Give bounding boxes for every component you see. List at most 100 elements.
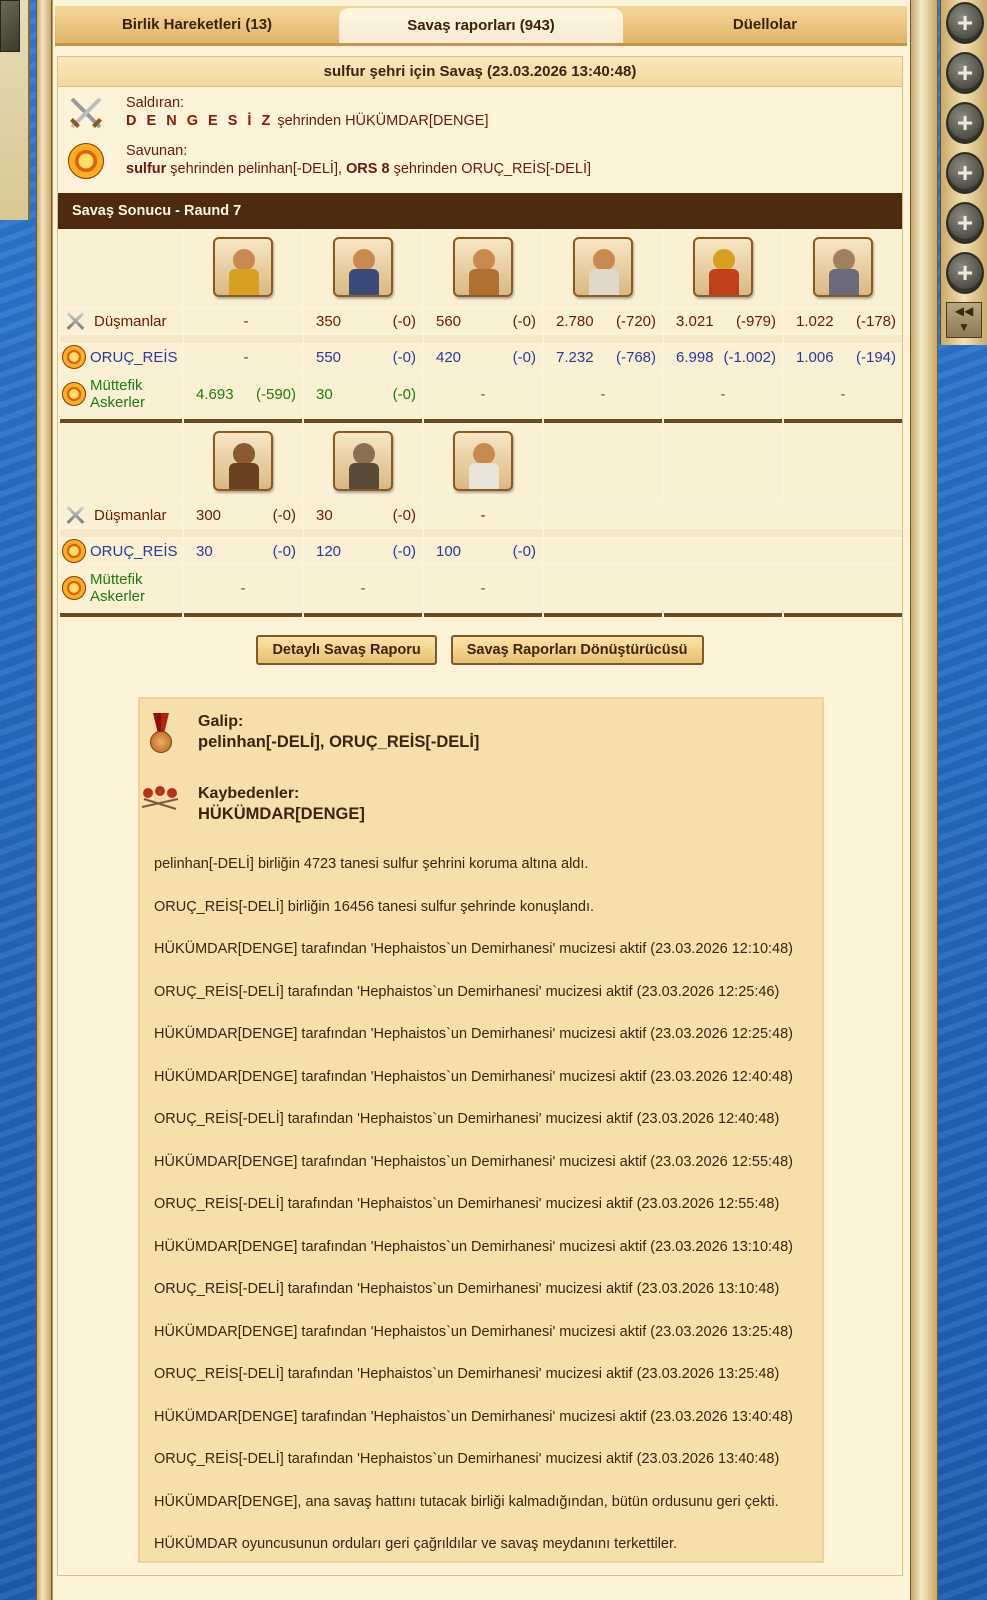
crossed-swords-icon: [62, 310, 90, 332]
report-title: sulfur şehri için Savaş (23.03.2026 13:4…: [58, 57, 902, 87]
own-row-1: ORUÇ_REİS - 550 (-0) 420 (-0) 7.232 (-768) …: [60, 345, 902, 369]
own-loss: (-0): [512, 542, 536, 560]
enemy-count: 3.021: [676, 312, 714, 330]
own-count: 120: [316, 542, 342, 560]
side-plus-button-2[interactable]: +: [946, 52, 984, 94]
crossed-swords-icon: [62, 504, 90, 526]
map-thumbnail[interactable]: [0, 0, 20, 52]
enemies-label: Düşmanlar: [94, 312, 167, 330]
unit-icons-row-1: [60, 231, 902, 307]
defender-player-2[interactable]: şehrinden ORUÇ_REİS[-DELİ]: [390, 161, 591, 177]
ally-count: -: [360, 579, 366, 597]
attacker-section: Saldıran: D E N G E S İ Z şehrinden HÜKÜ…: [58, 87, 902, 135]
own-count: 1.006: [796, 348, 834, 366]
event-line: HÜKÜMDAR[DENGE] tarafından 'Hephaistos`u…: [154, 941, 793, 957]
reports-window: Birlik Hareketleri (13) Savaş raporları …: [52, 0, 910, 1600]
own-loss: (-0): [512, 348, 536, 366]
defender-city-link-2[interactable]: ORS 8: [346, 161, 390, 177]
defender-city-link-1[interactable]: sulfur: [126, 161, 166, 177]
ally-count: -: [600, 385, 606, 403]
winner-label: Galip:: [198, 713, 244, 730]
report-converter-button[interactable]: Savaş Raporları Dönüştürücüsü: [450, 635, 704, 665]
battle-events: pelinhan[-DELİ] birliğin 4723 tanesi sul…: [140, 843, 822, 1566]
ally-count: -: [240, 579, 246, 597]
own-count: -: [243, 348, 249, 366]
ally-count: -: [480, 579, 486, 597]
ally-count: -: [480, 385, 486, 403]
ally-count: 4.693: [196, 385, 234, 403]
collapse-left-icon[interactable]: ◀◀: [947, 303, 981, 319]
event-line: ORUÇ_REİS[-DELİ] tarafından 'Hephaistos`…: [154, 983, 780, 1000]
event-line: HÜKÜMDAR[DENGE], ana savaş hattını tutac…: [154, 1493, 779, 1510]
tab-battle-reports[interactable]: Savaş raporları (943): [339, 8, 623, 43]
defender-player-1[interactable]: şehrinden pelinhan[-DELİ],: [166, 161, 346, 177]
side-scroll-control[interactable]: ◀◀ ▼: [946, 302, 982, 338]
side-plus-button-6[interactable]: +: [946, 252, 984, 294]
own-count: 30: [196, 542, 213, 560]
event-line: HÜKÜMDAR[DENGE] tarafından 'Hephaistos`u…: [154, 1068, 793, 1085]
side-toolbar: + + + + + +: [940, 0, 987, 345]
hoplite-unit-icon[interactable]: [333, 237, 393, 297]
scroll-down-icon[interactable]: ▼: [947, 319, 981, 335]
side-plus-button-3[interactable]: +: [946, 102, 984, 144]
enemy-loss: (-979): [735, 312, 776, 330]
ally-loss: (-590): [255, 385, 296, 403]
ally-count: -: [720, 385, 726, 403]
event-line: pelinhan[-DELİ] birliğin 4723 tanesi sul…: [154, 856, 589, 872]
enemies-row-2: Düşmanlar 300 (-0) 30 (-0) -: [60, 503, 902, 527]
shield-icon: [62, 345, 86, 369]
ally-count: 30: [316, 385, 333, 403]
ally-loss: (-0): [392, 385, 416, 403]
side-plus-button-4[interactable]: +: [946, 152, 984, 194]
event-line: ORUÇ_REİS[-DELİ] tarafından 'Hephaistos`…: [154, 1196, 780, 1212]
crossed-swords-icon: [70, 97, 102, 129]
detailed-report-button[interactable]: Detaylı Savaş Raporu: [256, 635, 437, 665]
own-count: 100: [436, 542, 462, 560]
enemy-count: 350: [316, 312, 342, 330]
defender-section: Savunan: sulfur şehrinden pelinhan[-DELİ…: [58, 135, 902, 183]
catapult-unit-icon[interactable]: [813, 237, 873, 297]
battle-outcome-box: Galip: pelinhan[-DELİ], ORUÇ_REİS[-DELİ]…: [138, 697, 824, 1563]
enemy-loss: (-720): [615, 312, 656, 330]
own-loss: (-1.002): [723, 348, 776, 366]
own-count: 6.998: [676, 348, 714, 366]
attacker-player[interactable]: şehrinden HÜKÜMDAR[DENGE]: [273, 113, 488, 129]
side-plus-button-5[interactable]: +: [946, 202, 984, 244]
swordsman-unit-icon[interactable]: [573, 237, 633, 297]
side-plus-button-1[interactable]: +: [946, 2, 984, 44]
enemies-label: Düşmanlar: [94, 506, 167, 524]
chariot-unit-icon[interactable]: [213, 431, 273, 491]
shield-icon: [68, 143, 104, 179]
siege-unit-icon[interactable]: [333, 431, 393, 491]
shield-icon: [62, 382, 86, 406]
medal-icon: [148, 713, 174, 755]
loser-label: Kaybedenler:: [198, 785, 300, 802]
spartan-hoplite-unit-icon[interactable]: [693, 237, 753, 297]
enemy-count: -: [480, 506, 486, 524]
event-line: ORUÇ_REİS[-DELİ] tarafından 'Hephaistos`…: [154, 1281, 780, 1297]
enemy-count: 560: [436, 312, 462, 330]
own-count: 550: [316, 348, 342, 366]
tab-unit-movements[interactable]: Birlik Hareketleri (13): [55, 6, 339, 43]
defender-line: sulfur şehrinden pelinhan[-DELİ], ORS 8 …: [126, 161, 591, 177]
enemy-loss: (-0): [512, 312, 536, 330]
sage-unit-icon[interactable]: [453, 431, 513, 491]
enemy-loss: (-0): [392, 312, 416, 330]
allies-label: Müttefik Askerler: [90, 571, 146, 605]
own-player-label[interactable]: ORUÇ_REİS: [90, 349, 178, 366]
own-count: 420: [436, 348, 462, 366]
enemy-count: 2.780: [556, 312, 594, 330]
fallen-soldiers-icon: [141, 786, 179, 810]
event-line: ORUÇ_REİS[-DELİ] tarafından 'Hephaistos`…: [154, 1451, 780, 1467]
attacker-city-link[interactable]: D E N G E S İ Z: [126, 113, 273, 129]
horseman-unit-icon[interactable]: [453, 237, 513, 297]
own-loss: (-0): [272, 542, 296, 560]
own-player-label[interactable]: ORUÇ_REİS: [90, 543, 178, 560]
unit-icons-row-2: [60, 425, 902, 501]
shield-icon: [62, 576, 86, 600]
shield-icon: [62, 539, 86, 563]
event-line: HÜKÜMDAR oyuncusunun orduları geri çağrı…: [154, 1536, 678, 1552]
report-actions: Detaylı Savaş Raporu Savaş Raporları Dön…: [58, 635, 902, 665]
slinger-unit-icon[interactable]: [213, 237, 273, 297]
tab-duels[interactable]: Düellolar: [623, 6, 907, 43]
